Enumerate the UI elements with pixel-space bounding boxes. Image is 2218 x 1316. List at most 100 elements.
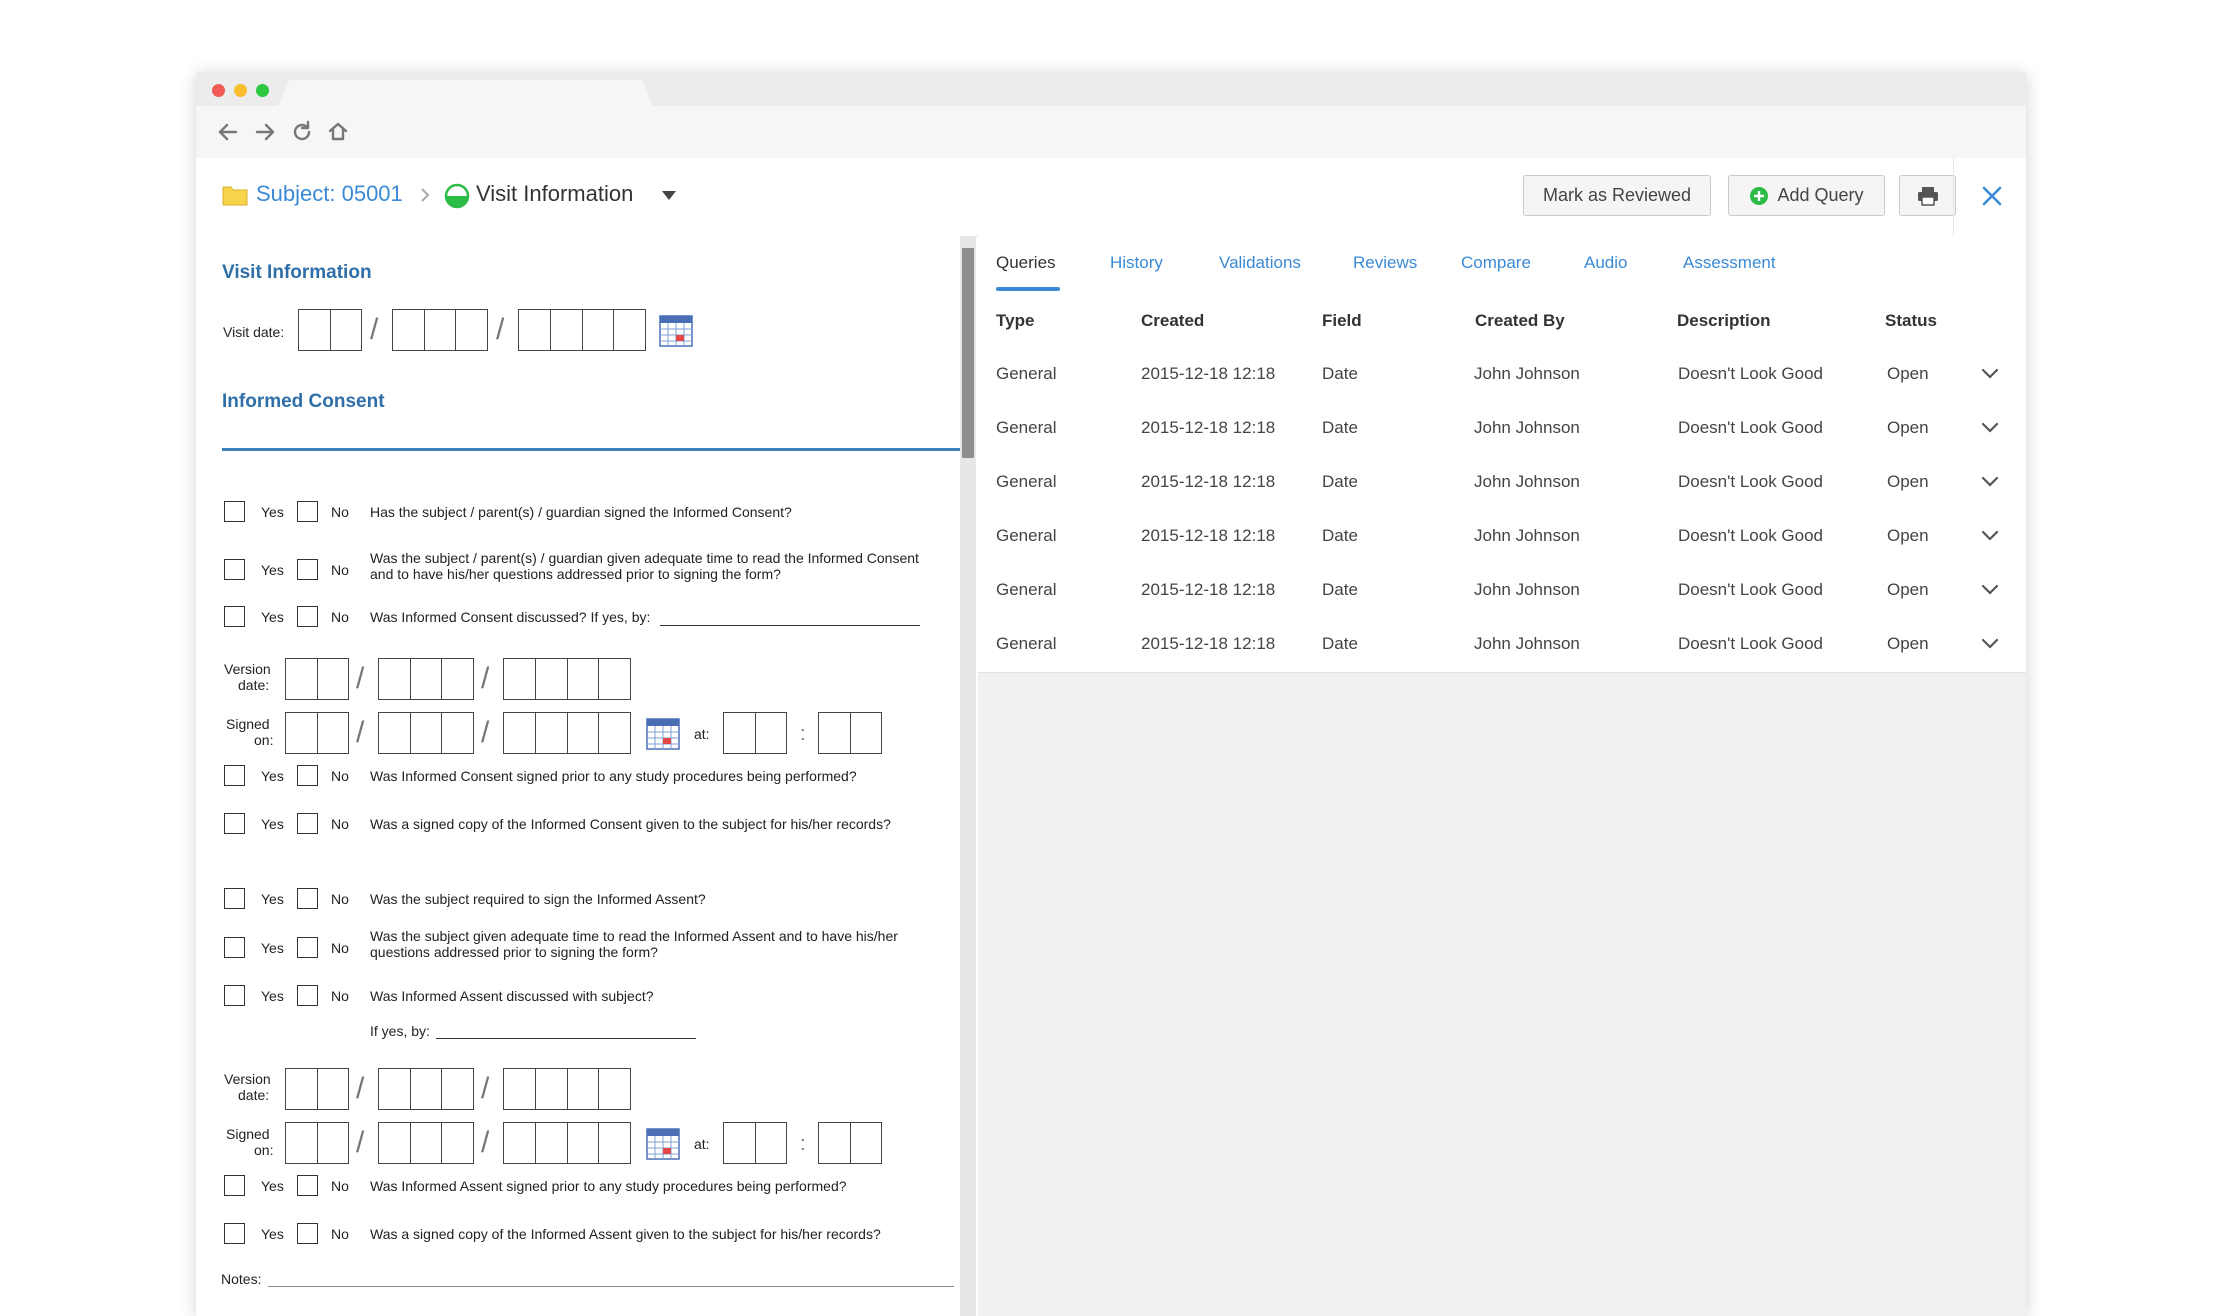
close-window-dot[interactable] [212, 84, 225, 97]
browser-tab[interactable] [278, 80, 653, 106]
tab-validations[interactable]: Validations [1219, 253, 1301, 273]
signed-date-day[interactable] [378, 1122, 474, 1164]
visit-date-day[interactable] [392, 309, 488, 351]
chevron-down-icon[interactable] [662, 191, 676, 200]
close-icon[interactable] [1976, 180, 2008, 212]
minimize-window-dot[interactable] [234, 84, 247, 97]
calendar-icon[interactable] [659, 313, 693, 347]
add-query-button[interactable]: Add Query [1728, 175, 1885, 216]
yes-checkbox[interactable] [224, 765, 245, 786]
signed-time-hour[interactable] [723, 712, 787, 754]
yes-checkbox[interactable] [224, 937, 245, 958]
version-date-month[interactable] [285, 1068, 349, 1110]
yes-checkbox[interactable] [224, 501, 245, 522]
yes-checkbox[interactable] [224, 559, 245, 580]
home-icon[interactable] [324, 118, 352, 146]
expand-chevron-icon[interactable] [1981, 638, 1999, 650]
form-scrollbar[interactable] [960, 236, 976, 1316]
yes-checkbox[interactable] [224, 1223, 245, 1244]
no-checkbox[interactable] [297, 559, 318, 580]
tab-history[interactable]: History [1110, 253, 1163, 273]
version-date-year[interactable] [503, 1068, 631, 1110]
no-checkbox[interactable] [297, 765, 318, 786]
signed-label: Signed [226, 716, 270, 732]
table-row[interactable]: General 2015-12-18 12:18 Date John Johnson D… [978, 456, 2026, 511]
signed-time-hour[interactable] [723, 1122, 787, 1164]
no-checkbox[interactable] [297, 1175, 318, 1196]
reload-icon[interactable] [288, 118, 316, 146]
print-button[interactable] [1899, 175, 1956, 216]
no-checkbox[interactable] [297, 888, 318, 909]
visit-date-year[interactable] [518, 309, 646, 351]
tab-compare[interactable]: Compare [1461, 253, 1531, 273]
visit-date-month[interactable] [298, 309, 362, 351]
no-label: No [331, 988, 349, 1004]
signed-time-minute[interactable] [818, 712, 882, 754]
expand-chevron-icon[interactable] [1981, 368, 1999, 380]
cell-field: Date [1322, 418, 1358, 437]
version-date-year[interactable] [503, 658, 631, 700]
tab-reviews[interactable]: Reviews [1353, 253, 1417, 273]
notes-field[interactable] [268, 1286, 954, 1287]
question-text: Was a signed copy of the Informed Assent… [370, 1226, 881, 1242]
expand-chevron-icon[interactable] [1981, 530, 1999, 542]
calendar-icon[interactable] [646, 1126, 680, 1160]
yes-checkbox[interactable] [224, 1175, 245, 1196]
cell-description: Doesn't Look Good [1678, 634, 1824, 653]
yes-checkbox[interactable] [224, 813, 245, 834]
yes-checkbox[interactable] [224, 606, 245, 627]
expand-chevron-icon[interactable] [1981, 422, 1999, 434]
visit-section-title: Visit Information [222, 262, 372, 283]
yes-checkbox[interactable] [224, 985, 245, 1006]
mark-reviewed-button[interactable]: Mark as Reviewed [1523, 175, 1711, 216]
visit-dropdown[interactable]: Visit Information [476, 181, 633, 207]
discussed-by-field[interactable] [660, 625, 920, 626]
forward-arrow-icon[interactable] [251, 118, 279, 146]
back-arrow-icon[interactable] [214, 118, 242, 146]
table-row[interactable]: General 2015-12-18 12:18 Date John Johnson D… [978, 402, 2026, 457]
tab-queries[interactable]: Queries [996, 253, 1056, 273]
signed-date-month[interactable] [285, 712, 349, 754]
table-row[interactable]: General 2015-12-18 12:18 Date John Johnson D… [978, 564, 2026, 619]
signed-date-year[interactable] [503, 712, 631, 754]
scrollbar-thumb[interactable] [962, 248, 974, 458]
no-checkbox[interactable] [297, 985, 318, 1006]
column-header-created-by[interactable]: Created By [1475, 311, 1565, 331]
table-row[interactable]: General 2015-12-18 12:18 Date John Johnson D… [978, 510, 2026, 565]
tab-audio[interactable]: Audio [1584, 253, 1627, 273]
column-header-status[interactable]: Status [1885, 311, 1937, 331]
expand-chevron-icon[interactable] [1981, 584, 1999, 596]
no-checkbox[interactable] [297, 813, 318, 834]
column-header-field[interactable]: Field [1322, 311, 1362, 331]
version-date-day[interactable] [378, 658, 474, 700]
no-checkbox[interactable] [297, 937, 318, 958]
table-row[interactable]: General 2015-12-18 12:18 Date John Johnson D… [978, 618, 2026, 673]
cell-type: General [996, 472, 1057, 491]
version-date-month[interactable] [285, 658, 349, 700]
no-checkbox[interactable] [297, 1223, 318, 1244]
column-header-type[interactable]: Type [996, 311, 1034, 331]
yes-label: Yes [261, 988, 284, 1004]
yes-checkbox[interactable] [224, 888, 245, 909]
signed-date-month[interactable] [285, 1122, 349, 1164]
no-label: No [331, 609, 349, 625]
no-checkbox[interactable] [297, 606, 318, 627]
subject-breadcrumb[interactable]: Subject: 05001 [256, 181, 403, 207]
column-header-description[interactable]: Description [1677, 311, 1771, 331]
maximize-window-dot[interactable] [256, 84, 269, 97]
signed-date-year[interactable] [503, 1122, 631, 1164]
calendar-icon[interactable] [646, 716, 680, 750]
no-checkbox[interactable] [297, 501, 318, 522]
tab-assessment[interactable]: Assessment [1683, 253, 1776, 273]
cell-description: Doesn't Look Good [1678, 526, 1824, 545]
assent-discussed-by-field[interactable] [436, 1038, 696, 1039]
cell-created-by: John Johnson [1474, 526, 1580, 545]
cell-created: 2015-12-18 12:18 [1141, 634, 1276, 653]
expand-chevron-icon[interactable] [1981, 476, 1999, 488]
version-date-day[interactable] [378, 1068, 474, 1110]
signed-time-minute[interactable] [818, 1122, 882, 1164]
signed-date-day[interactable] [378, 712, 474, 754]
no-label: No [331, 940, 349, 956]
table-row[interactable]: General 2015-12-18 12:18 Date John Johnson D… [978, 348, 2026, 403]
column-header-created[interactable]: Created [1141, 311, 1204, 331]
